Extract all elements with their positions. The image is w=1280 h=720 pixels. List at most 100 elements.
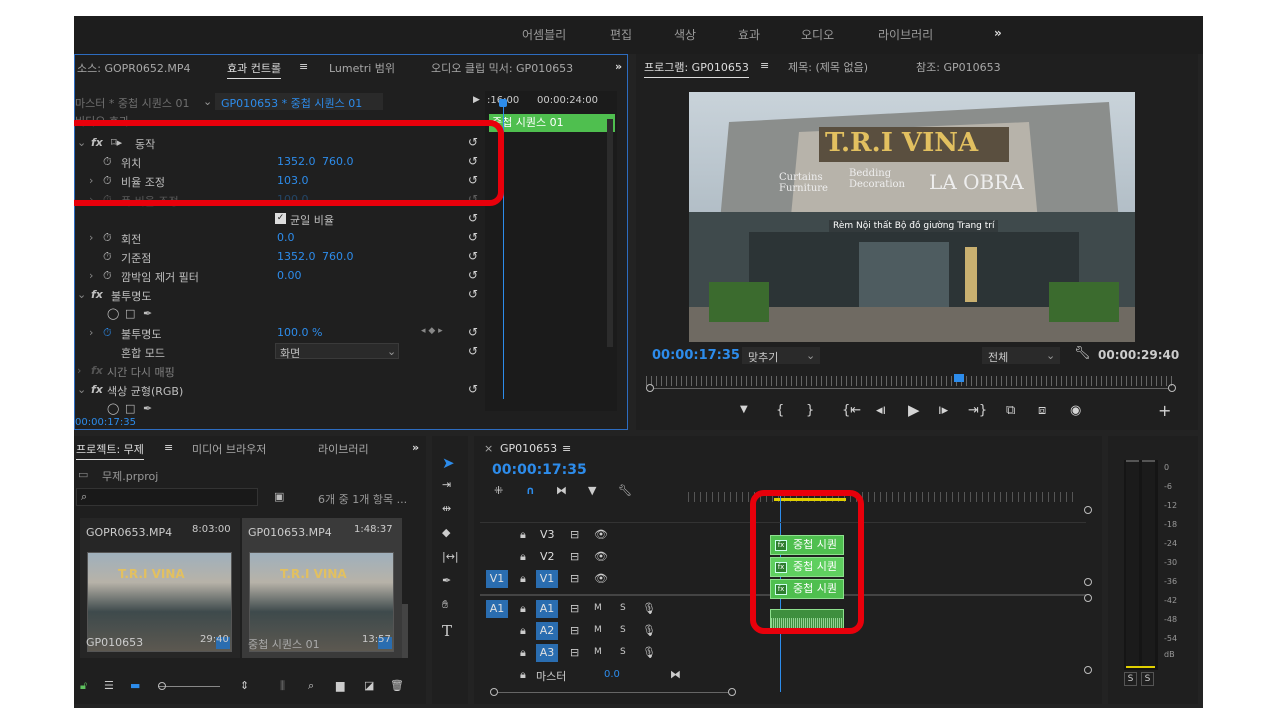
workspace-tab-edit[interactable]: 편집 [610,26,632,43]
track-master[interactable]: 🔒︎ 마스터 0.0 ⧓ [474,664,1080,686]
stopwatch-icon[interactable]: ⏱ [103,231,112,245]
expand-chevron-icon[interactable]: › [89,231,93,244]
rotation-row[interactable]: › ⏱ 회전 0.0 ↺ [75,228,495,247]
program-playhead[interactable] [954,374,964,382]
timeline-scrollbar[interactable] [490,688,1086,696]
pen-tool-icon[interactable]: ✒ [442,574,451,587]
ripple-edit-tool-icon[interactable]: ⇹ [442,502,451,515]
opacity-section-row[interactable]: ⌄ fx 불투명도 ↺ [75,285,495,304]
effect-panel-more-icon[interactable]: » [615,60,622,73]
project-item-1[interactable]: GOPR0653.MP4 8:03:00 T.R.I VINA GP010653… [80,518,240,658]
icon-view-icon[interactable]: ▬ [130,679,140,692]
solo-button[interactable]: S [620,647,626,657]
reset-uniform-icon[interactable]: ↺ [468,211,478,225]
source-patch-v1[interactable]: V1 [486,570,508,588]
play-icon[interactable]: ▶ [908,401,920,419]
trash-icon[interactable]: 🗑︎ [390,679,404,692]
rotation-value[interactable]: 0.0 [277,231,295,244]
eye-icon[interactable]: 👁︎ [594,528,608,541]
sync-lock-icon[interactable]: ⊟ [570,646,579,659]
automate-icon[interactable]: ⫼ [280,679,285,693]
project-scrollbar[interactable] [402,604,408,658]
timeline-menu-icon[interactable]: ≡ [562,442,571,455]
hand-tool-icon[interactable]: ✋︎ [442,598,448,612]
flicker-value[interactable]: 0.00 [277,269,302,282]
anchor-row[interactable]: ⏱ 기준점 1352.0 760.0 ↺ [75,247,495,266]
workspace-tab-effects[interactable]: 효과 [738,26,760,43]
lock-icon[interactable]: 🔒︎ [520,550,526,564]
mini-clip-bar[interactable]: 중첩 시퀀스 01 [489,114,615,132]
effect-mini-timeline[interactable]: :16:00 00:00:24:00 중첩 시퀀스 01 [485,91,617,411]
color-balance-row[interactable]: ⌄ fx 색상 균형(RGB) ↺ [75,380,495,399]
wrench-icon[interactable]: 🔧︎ [1074,346,1091,361]
eye-icon[interactable]: 👁︎ [594,572,608,585]
linked-selection-icon[interactable]: ⧓ [556,484,567,497]
track-target-a2[interactable]: A2 [536,622,558,640]
blend-row[interactable]: 혼합 모드 화면 ⌄ ↺ [75,342,495,361]
workspace-tab-assembly[interactable]: 어셈블리 [522,26,566,43]
program-zoom-bar[interactable] [646,384,1176,392]
microphone-icon[interactable]: 🎙︎ [642,646,656,659]
sync-lock-icon[interactable]: ⊟ [570,572,579,585]
track-target-v1[interactable]: V1 [536,570,558,588]
overwrite-icon[interactable]: ⧈ [1038,403,1046,418]
solo-button[interactable]: S [620,625,626,635]
track-a3[interactable]: 🔒︎ A3 ⊟ M S 🎙︎ [474,642,1080,664]
insert-icon[interactable]: ⧉ [1006,403,1015,418]
reset-opacity-icon[interactable]: ↺ [468,325,478,339]
track-select-tool-icon[interactable]: ⇥ [442,478,451,491]
opacity-value[interactable]: 100.0 % [277,326,322,339]
snap-icon[interactable]: ∩ [526,484,535,497]
reset-blend-icon[interactable]: ↺ [468,344,478,358]
zoom-slider-handle[interactable] [158,682,166,690]
tab-libraries[interactable]: 라이브러리 [318,441,369,457]
play-clip-icon[interactable]: ▶ [473,95,480,105]
lock-icon[interactable]: 🔒︎ [520,572,526,586]
sequence-clip-label[interactable]: GP010653 * 중첩 시퀀스 01 [215,93,383,110]
tab-lumetri-scopes[interactable]: Lumetri 범위 [329,60,395,76]
razor-tool-icon[interactable]: ◆ [442,526,450,539]
sync-lock-icon[interactable]: ⊟ [570,602,579,615]
ellipse-mask-icon[interactable]: ◯ [107,307,119,320]
add-button-icon[interactable]: + [1158,401,1171,420]
effect-current-time[interactable]: 00:00:17:35 [75,417,136,428]
solo-left-button[interactable]: S [1124,672,1137,686]
lock-icon[interactable]: 🔓︎ [80,679,87,693]
project-menu-icon[interactable]: ≡ [164,441,173,454]
go-to-in-icon[interactable]: {⇤ [842,403,861,418]
selection-tool-icon[interactable]: ➤ [442,454,455,472]
pen-mask-icon[interactable]: ✒ [143,307,152,320]
tab-audio-clip-mixer[interactable]: 오디오 클립 믹서: GP010653 [431,60,573,76]
list-view-icon[interactable]: ☰ [104,679,114,692]
tab-media-browser[interactable]: 미디어 브라우저 [192,441,266,457]
mute-button[interactable]: M [594,603,602,613]
uniform-scale-row[interactable]: ✓ 균일 비율 ↺ [75,209,495,228]
lock-icon[interactable]: 🔒︎ [520,602,526,616]
sort-icon[interactable]: ⇕ [240,679,249,692]
new-bin-from-search-icon[interactable]: ▣ [274,490,284,503]
add-marker-icon[interactable]: ▼ [588,484,596,497]
add-marker-icon[interactable]: ▼ [740,404,748,415]
mini-playhead-handle[interactable] [499,99,507,107]
microphone-icon[interactable]: 🎙︎ [642,602,656,615]
workspace-more-icon[interactable]: » [994,26,1002,40]
sync-lock-icon[interactable]: ⊟ [570,528,579,541]
lock-icon[interactable]: 🔒︎ [520,528,526,542]
timeline-title[interactable]: GP010653 [500,442,557,455]
mini-scrollbar[interactable] [607,119,613,347]
timeline-settings-icon[interactable]: 🔧︎ [618,484,632,497]
new-bin-icon[interactable]: ▆ [336,679,344,692]
flicker-row[interactable]: › ⏱ 깜박임 제거 필터 0.00 ↺ [75,266,495,285]
sync-lock-icon[interactable]: ⊟ [570,624,579,637]
master-clip-label[interactable]: 마스터 * 중첩 시퀀스 01 [75,95,189,111]
reset-flicker-icon[interactable]: ↺ [468,268,478,282]
timeline-ruler[interactable] [688,492,1078,502]
stopwatch-icon[interactable]: ⏱ [103,250,112,264]
solo-right-button[interactable]: S [1141,672,1154,686]
timeline-timecode[interactable]: 00:00:17:35 [492,462,587,478]
export-frame-icon[interactable]: ◉ [1070,403,1081,418]
tab-title[interactable]: 제목: (제목 없음) [788,59,868,75]
go-to-out-icon[interactable]: ⇥} [968,403,987,418]
effect-tab-menu-icon[interactable]: ≡ [299,60,308,73]
go-to-end-icon[interactable]: ⧓ [670,668,681,681]
